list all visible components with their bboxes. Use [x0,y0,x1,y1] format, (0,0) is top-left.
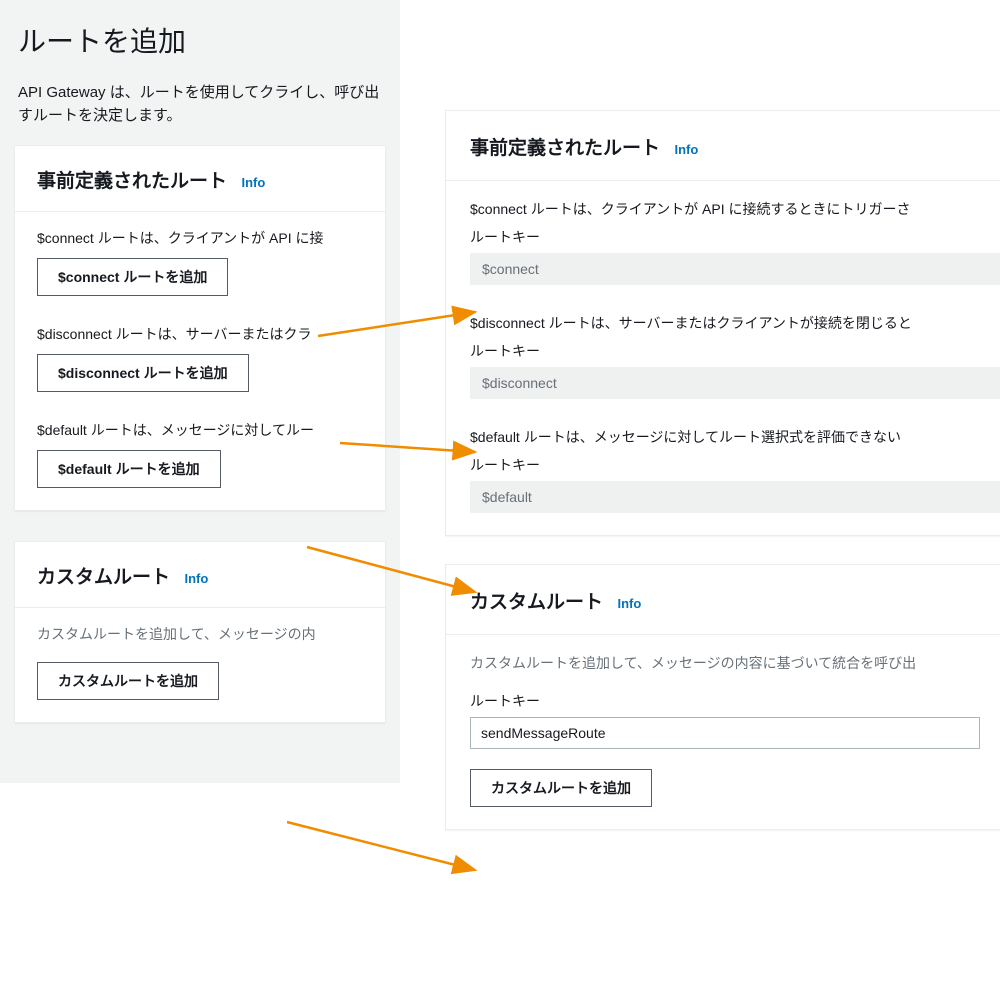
add-custom-route-button-right[interactable]: カスタムルートを追加 [470,769,652,807]
connect-route-block-right: $connect ルートは、クライアントが API に接続するときにトリガーさ … [470,199,1000,285]
default-route-block: $default ルートは、メッセージに対してルー $default ルートを追… [37,420,363,488]
panel-title: カスタムルート [37,567,170,588]
right-column: 事前定義されたルート Info $connect ルートは、クライアントが AP… [445,110,1000,858]
page-description: API Gateway は、ルートを使用してクライし、呼び出すルートを決定します… [14,82,386,127]
default-route-key-field: $default [470,481,1000,513]
info-link[interactable]: Info [184,571,208,586]
route-description: $disconnect ルートは、サーバーまたはクライアントが接続を閉じると [470,313,1000,333]
add-disconnect-route-button[interactable]: $disconnect ルートを追加 [37,354,249,392]
connect-route-block: $connect ルートは、クライアントが API に接 $connect ルー… [37,228,363,296]
custom-routes-panel-left: カスタムルート Info カスタムルートを追加して、メッセージの内 カスタムルー… [14,541,386,723]
panel-title: 事前定義されたルート [470,138,660,159]
panel-header: カスタムルート Info [446,565,1000,635]
add-custom-route-button-left[interactable]: カスタムルートを追加 [37,662,219,700]
panel-body: $connect ルートは、クライアントが API に接 $connect ルー… [15,212,385,510]
field-label: ルートキー [470,455,1000,475]
add-default-route-button[interactable]: $default ルートを追加 [37,450,221,488]
custom-route-key-input[interactable] [470,717,980,749]
info-link[interactable]: Info [674,142,698,157]
panel-body: カスタムルートを追加して、メッセージの内 カスタムルートを追加 [15,608,385,722]
custom-route-description: カスタムルートを追加して、メッセージの内容に基づいて統合を呼び出 [470,653,980,673]
connect-route-key-field: $connect [470,253,1000,285]
field-label: ルートキー [470,227,1000,247]
panel-title: カスタムルート [470,592,603,613]
add-connect-route-button[interactable]: $connect ルートを追加 [37,258,228,296]
panel-title: 事前定義されたルート [37,171,227,192]
panel-body: $connect ルートは、クライアントが API に接続するときにトリガーさ … [446,181,1000,535]
route-description: $default ルートは、メッセージに対してルー [37,420,363,440]
left-column: ルートを追加 API Gateway は、ルートを使用してクライし、呼び出すルー… [0,0,400,783]
custom-routes-panel-right: カスタムルート Info カスタムルートを追加して、メッセージの内容に基づいて統… [445,564,1000,830]
disconnect-route-block: $disconnect ルートは、サーバーまたはクラ $disconnect ル… [37,324,363,392]
custom-route-description: カスタムルートを追加して、メッセージの内 [37,624,363,644]
disconnect-route-key-field: $disconnect [470,367,1000,399]
panel-header: カスタムルート Info [15,542,385,608]
default-route-block-right: $default ルートは、メッセージに対してルート選択式を評価できない ルート… [470,427,1000,513]
info-link[interactable]: Info [241,175,265,190]
panel-body: カスタムルートを追加して、メッセージの内容に基づいて統合を呼び出 ルートキー カ… [446,635,1000,829]
field-label: ルートキー [470,691,980,711]
panel-header: 事前定義されたルート Info [15,146,385,212]
info-link[interactable]: Info [617,596,641,611]
panel-header: 事前定義されたルート Info [446,111,1000,181]
predefined-routes-panel-left: 事前定義されたルート Info $connect ルートは、クライアントが AP… [14,145,386,511]
field-label: ルートキー [470,341,1000,361]
route-description: $disconnect ルートは、サーバーまたはクラ [37,324,363,344]
route-description: $default ルートは、メッセージに対してルート選択式を評価できない [470,427,1000,447]
disconnect-route-block-right: $disconnect ルートは、サーバーまたはクライアントが接続を閉じると ル… [470,313,1000,399]
page-title: ルートを追加 [14,20,386,60]
predefined-routes-panel-right: 事前定義されたルート Info $connect ルートは、クライアントが AP… [445,110,1000,536]
route-description: $connect ルートは、クライアントが API に接続するときにトリガーさ [470,199,1000,219]
route-description: $connect ルートは、クライアントが API に接 [37,228,363,248]
